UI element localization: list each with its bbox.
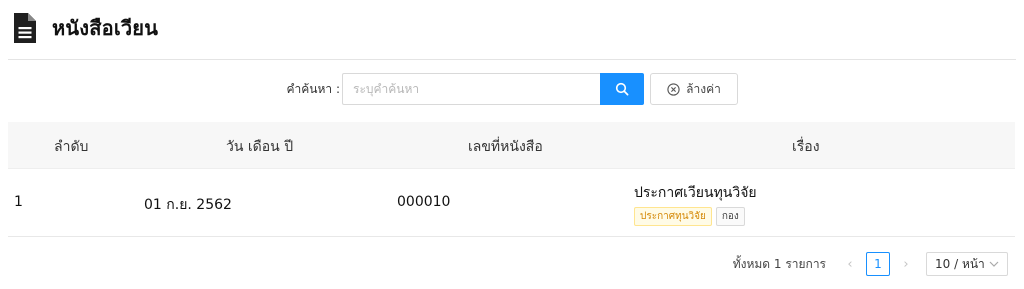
circular-table: ลำดับ วัน เดือน ปี เลขที่หนังสือ เรื่อง … bbox=[8, 122, 1015, 237]
page-number-current[interactable]: 1 bbox=[866, 252, 890, 276]
column-header-date[interactable]: วัน เดือน ปี bbox=[226, 136, 293, 158]
chevron-down-icon bbox=[989, 261, 999, 267]
table-row[interactable]: 1 01 ก.ย. 2562 000010 ประกาศเวียนทุนวิจั… bbox=[8, 169, 1015, 237]
tag-department: กอง bbox=[715, 207, 745, 226]
cell-date: 01 ก.ย. 2562 bbox=[144, 197, 232, 213]
total-count: ทั้งหมด 1 รายการ bbox=[732, 256, 826, 271]
page-header: หนังสือเวียน bbox=[12, 8, 158, 48]
cell-order: 1 bbox=[14, 194, 23, 210]
clear-button-label: ล้างค่า bbox=[686, 81, 721, 96]
search-input[interactable] bbox=[342, 73, 600, 105]
search-bar: คำค้นหา : ล้างค่า bbox=[0, 73, 1024, 105]
tag-list: ประกาศทุนวิจัย กอง bbox=[634, 207, 757, 226]
search-button[interactable] bbox=[600, 73, 644, 105]
column-header-number[interactable]: เลขที่หนังสือ bbox=[468, 136, 543, 158]
subject-link[interactable]: ประกาศเวียนทุนวิจัย bbox=[634, 182, 757, 204]
cell-subject: ประกาศเวียนทุนวิจัย ประกาศทุนวิจัย กอง bbox=[634, 182, 757, 226]
table-header: ลำดับ วัน เดือน ปี เลขที่หนังสือ เรื่อง bbox=[8, 122, 1015, 169]
prev-page-icon[interactable]: ‹ bbox=[842, 257, 858, 272]
page-size-value: 10 / หน้า bbox=[935, 256, 985, 271]
header-divider bbox=[8, 59, 1016, 60]
pagination: ทั้งหมด 1 รายการ ‹ 1 › 10 / หน้า bbox=[733, 252, 1008, 276]
next-page-icon[interactable]: › bbox=[898, 257, 914, 272]
page-title: หนังสือเวียน bbox=[52, 16, 159, 40]
tag-category: ประกาศทุนวิจัย bbox=[634, 207, 712, 226]
cell-number: 000010 bbox=[397, 194, 451, 210]
clear-button[interactable]: ล้างค่า bbox=[650, 73, 738, 105]
document-icon bbox=[14, 13, 36, 43]
search-label: คำค้นหา : bbox=[286, 82, 340, 96]
column-header-subject[interactable]: เรื่อง bbox=[792, 136, 820, 158]
column-header-order[interactable]: ลำดับ bbox=[54, 136, 88, 158]
search-icon bbox=[615, 82, 629, 96]
close-circle-icon bbox=[667, 82, 680, 96]
page-size-select[interactable]: 10 / หน้า bbox=[926, 252, 1008, 276]
